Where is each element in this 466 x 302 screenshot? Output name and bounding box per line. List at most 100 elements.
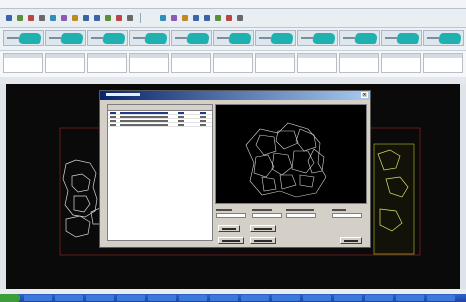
rate-field[interactable] [286, 213, 316, 218]
field-label-3 [286, 209, 314, 211]
width-field[interactable] [216, 213, 246, 218]
cut-icon[interactable] [39, 15, 45, 21]
right-piece-group [373, 143, 415, 255]
field-label-4 [332, 209, 346, 211]
pattern-thumbnail[interactable] [339, 30, 380, 46]
piece-table-cell[interactable] [3, 53, 43, 73]
taskbar-button[interactable] [210, 295, 238, 301]
pattern-shape [437, 33, 463, 44]
dialog-button-1[interactable] [218, 225, 240, 232]
taskbar-button[interactable] [86, 295, 114, 301]
measure-icon[interactable] [193, 15, 199, 21]
redo-icon[interactable] [83, 15, 89, 21]
piece-table-cell[interactable] [255, 53, 295, 73]
save-icon[interactable] [6, 15, 12, 21]
zoom-in-icon[interactable] [94, 15, 100, 21]
field-label-2 [252, 209, 272, 211]
pan-icon[interactable] [116, 15, 122, 21]
pattern-shape [311, 33, 337, 44]
main-toolbar [0, 9, 466, 28]
pattern-shape [227, 33, 253, 44]
piece-table-cell[interactable] [423, 53, 463, 73]
piece-table-cell[interactable] [381, 53, 421, 73]
dialog-button-3[interactable] [218, 237, 244, 244]
taskbar-button[interactable] [241, 295, 269, 301]
paste-icon[interactable] [61, 15, 67, 21]
layer-icon[interactable] [171, 15, 177, 21]
thumbnail-label [427, 37, 439, 39]
pattern-thumbnail[interactable] [381, 30, 422, 46]
thumbnail-label [175, 37, 187, 39]
dialog-title [106, 93, 140, 96]
preview-drawing [245, 122, 327, 198]
dialog-button-5[interactable] [340, 237, 362, 244]
thumbnail-label [385, 37, 397, 39]
pattern-thumbnail[interactable] [129, 30, 170, 46]
taskbar-button[interactable] [117, 295, 145, 301]
pattern-thumbnail[interactable] [87, 30, 128, 46]
pattern-thumbnail[interactable] [213, 30, 254, 46]
piece-preview [215, 104, 367, 204]
piece-table-cell[interactable] [213, 53, 253, 73]
piece-table-cell[interactable] [129, 53, 169, 73]
copy-icon[interactable] [50, 15, 56, 21]
piece-table-cell-header [88, 54, 126, 58]
taskbar-button[interactable] [427, 295, 455, 301]
thumbnail-label [343, 37, 355, 39]
undo-icon[interactable] [72, 15, 78, 21]
pattern-thumbnail[interactable] [255, 30, 296, 46]
pattern-shape [269, 33, 295, 44]
thumbnail-label [91, 37, 103, 39]
pattern-thumbnail-strip [0, 28, 466, 51]
zoom-out-icon[interactable] [105, 15, 111, 21]
thumbnail-label [7, 37, 19, 39]
taskbar-button[interactable] [272, 295, 300, 301]
piece-table-cell-header [4, 54, 42, 58]
dialog-title-bar[interactable]: × [100, 91, 370, 100]
select-icon[interactable] [127, 15, 133, 21]
taskbar-button[interactable] [179, 295, 207, 301]
print-icon[interactable] [28, 15, 34, 21]
pattern-thumbnail[interactable] [423, 30, 464, 46]
open-icon[interactable] [17, 15, 23, 21]
close-icon[interactable]: × [361, 92, 368, 98]
piece-table-cell[interactable] [171, 53, 211, 73]
taskbar-button[interactable] [55, 295, 83, 301]
taskbar-button[interactable] [365, 295, 393, 301]
pattern-thumbnail[interactable] [171, 30, 212, 46]
pattern-thumbnail[interactable] [45, 30, 86, 46]
grid-icon[interactable] [182, 15, 188, 21]
taskbar-button[interactable] [396, 295, 424, 301]
dialog-button-4[interactable] [250, 237, 276, 244]
thumbnail-label [259, 37, 271, 39]
pattern-shape [59, 33, 85, 44]
ruler-bar [0, 77, 466, 84]
dialog-button-2[interactable] [250, 225, 276, 232]
pattern-thumbnail[interactable] [297, 30, 338, 46]
taskbar-button[interactable] [148, 295, 176, 301]
settings-icon[interactable] [226, 15, 232, 21]
list-item[interactable] [108, 123, 212, 127]
piece-table-cell[interactable] [297, 53, 337, 73]
draw-icon[interactable] [160, 15, 166, 21]
piece-table [0, 51, 466, 78]
piece-table-cell[interactable] [45, 53, 85, 73]
pattern-thumbnail[interactable] [3, 30, 44, 46]
pattern-shape [17, 33, 43, 44]
piece-table-cell-header [214, 54, 252, 58]
piece-table-cell-header [130, 54, 168, 58]
piece-table-cell[interactable] [339, 53, 379, 73]
rotate-icon[interactable] [204, 15, 210, 21]
thumbnail-label [49, 37, 61, 39]
taskbar-button[interactable] [303, 295, 331, 301]
mirror-icon[interactable] [215, 15, 221, 21]
start-button[interactable] [0, 294, 20, 302]
help-icon[interactable] [237, 15, 243, 21]
piece-table-cell[interactable] [87, 53, 127, 73]
taskbar-button[interactable] [24, 295, 52, 301]
count-field[interactable] [332, 213, 362, 218]
app-title-bar [0, 0, 466, 9]
length-field[interactable] [252, 213, 282, 218]
taskbar-button[interactable] [334, 295, 362, 301]
piece-list[interactable] [107, 104, 213, 241]
